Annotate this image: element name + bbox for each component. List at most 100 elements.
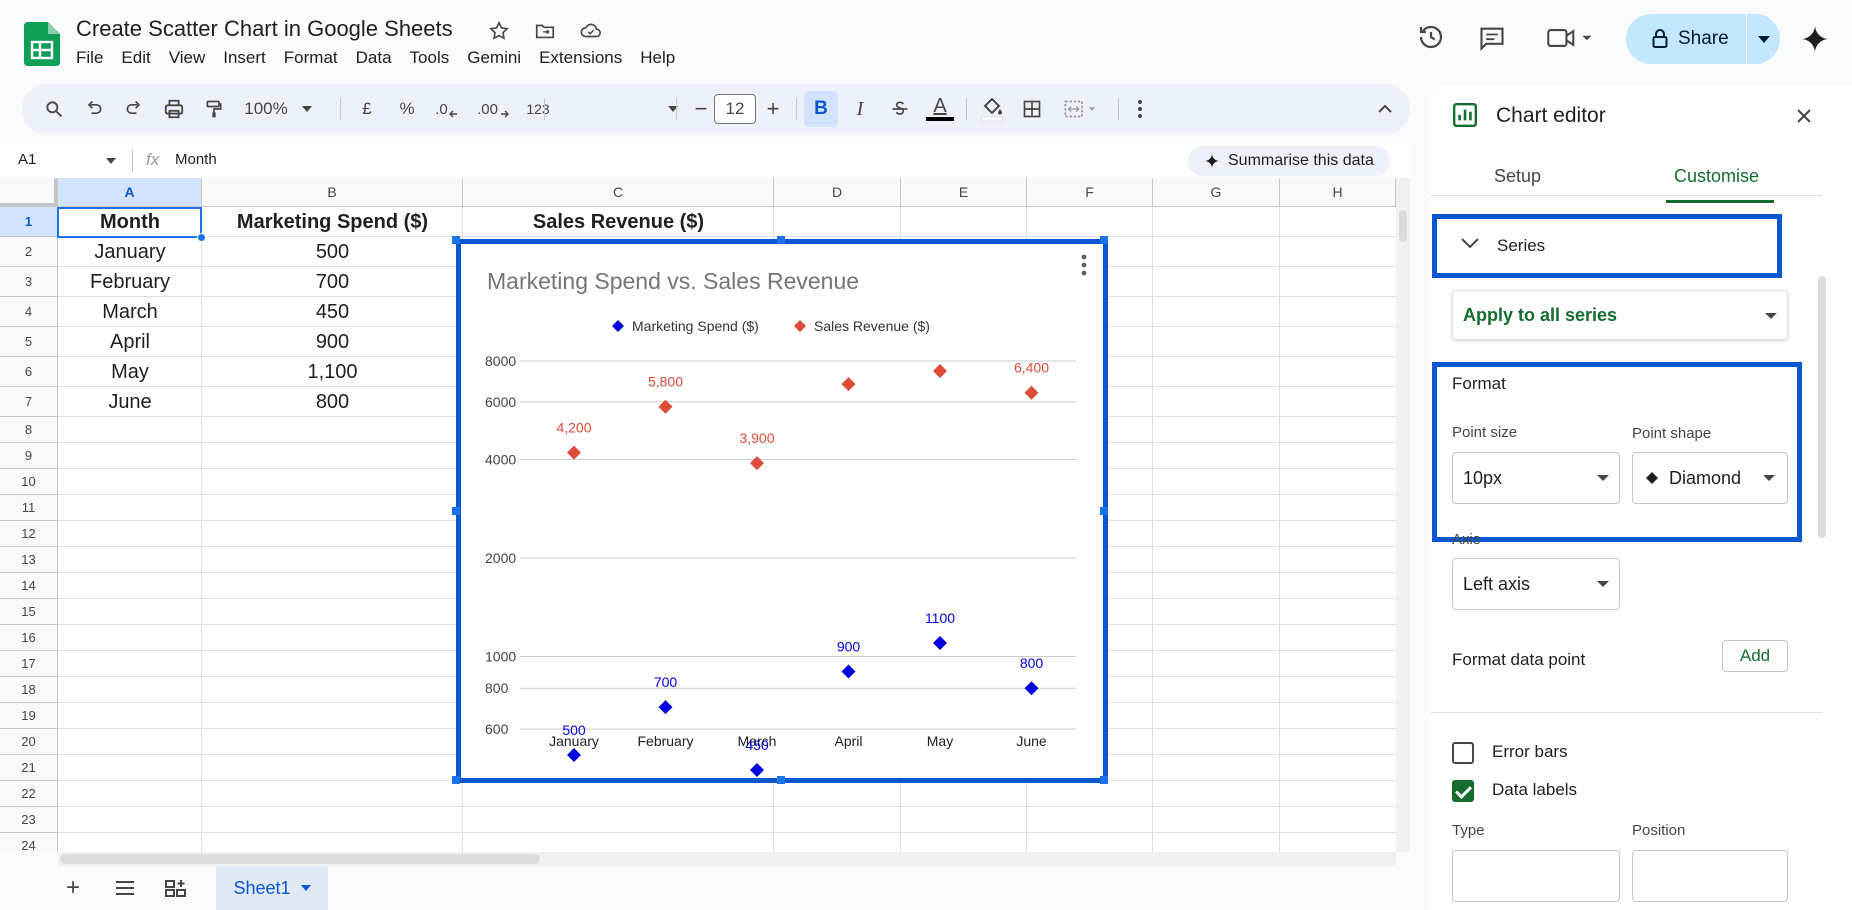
row-header-6[interactable]: 6 [0, 357, 58, 387]
month-cell[interactable]: February [58, 267, 202, 297]
collapse-toolbar-icon[interactable] [1370, 84, 1400, 134]
tab-setup[interactable]: Setup [1494, 166, 1541, 187]
resize-handle-tl[interactable] [452, 236, 460, 244]
header-cell[interactable]: Sales Revenue ($) [463, 207, 774, 237]
merge-cells-icon[interactable] [1056, 84, 1108, 134]
spend-cell[interactable]: 1,100 [202, 357, 463, 387]
row-header-11[interactable]: 11 [0, 495, 58, 521]
chevron-down-icon[interactable] [1460, 236, 1480, 255]
row-header-16[interactable]: 16 [0, 625, 58, 651]
menu-view[interactable]: View [160, 48, 215, 68]
undo-icon[interactable] [78, 84, 110, 134]
zoom-select[interactable]: 100% [238, 84, 318, 134]
horizontal-scroll-thumb[interactable] [60, 854, 540, 864]
percent-format-button[interactable]: % [392, 84, 422, 134]
data-point[interactable] [750, 456, 764, 471]
all-sheets-icon[interactable] [114, 878, 136, 903]
font-size-input[interactable]: 12 [714, 94, 756, 124]
row-header-19[interactable]: 19 [0, 703, 58, 729]
chart-menu-icon[interactable] [1081, 254, 1087, 276]
row-header-9[interactable]: 9 [0, 443, 58, 469]
row-header-22[interactable]: 22 [0, 781, 58, 807]
data-point[interactable] [841, 664, 856, 679]
menu-file[interactable]: File [76, 48, 112, 68]
month-cell[interactable]: June [58, 387, 202, 417]
sheets-logo-icon[interactable] [24, 22, 60, 66]
italic-button[interactable]: I [844, 84, 876, 134]
spend-cell[interactable]: 700 [202, 267, 463, 297]
number-format-button[interactable]: 123 [518, 84, 558, 134]
data-point[interactable] [933, 635, 947, 650]
font-family-select[interactable] [556, 84, 686, 134]
caret-down-icon[interactable] [300, 885, 311, 891]
vertical-scrollbar[interactable] [1396, 178, 1410, 852]
fill-handle[interactable] [197, 233, 206, 242]
font-size-increase-button[interactable]: + [758, 84, 788, 134]
spend-cell[interactable]: 900 [202, 327, 463, 357]
row-header-12[interactable]: 12 [0, 521, 58, 547]
series-select[interactable]: Apply to all series [1452, 290, 1788, 340]
menu-gemini[interactable]: Gemini [458, 48, 530, 68]
spend-cell[interactable]: 500 [202, 237, 463, 267]
row-header-23[interactable]: 23 [0, 807, 58, 833]
menu-insert[interactable]: Insert [214, 48, 275, 68]
bold-button[interactable]: B [804, 91, 838, 127]
add-data-point-button[interactable]: Add [1722, 640, 1788, 672]
paint-format-icon[interactable] [198, 84, 230, 134]
label-type-select[interactable] [1452, 850, 1620, 902]
data-point[interactable] [933, 364, 947, 378]
row-header-1[interactable]: 1 [0, 207, 58, 237]
text-color-button[interactable]: A [922, 84, 958, 134]
month-cell[interactable]: May [58, 357, 202, 387]
row-header-13[interactable]: 13 [0, 547, 58, 573]
sheet-tab-sheet1[interactable]: Sheet1 [216, 866, 328, 910]
row-header-4[interactable]: 4 [0, 297, 58, 327]
font-size-decrease-button[interactable]: − [686, 84, 716, 134]
close-icon[interactable] [1794, 106, 1814, 131]
cloud-status-icon[interactable] [578, 18, 604, 44]
menu-help[interactable]: Help [631, 48, 684, 68]
gemini-spark-icon[interactable] [1800, 24, 1830, 59]
month-cell[interactable]: March [58, 297, 202, 327]
data-labels-checkbox[interactable] [1452, 780, 1474, 802]
menu-format[interactable]: Format [275, 48, 347, 68]
resize-handle-bl[interactable] [452, 776, 460, 784]
column-header-f[interactable]: F [1027, 178, 1153, 207]
spend-cell[interactable]: 450 [202, 297, 463, 327]
data-point[interactable] [1024, 681, 1039, 696]
add-sheet-icon[interactable]: + [66, 874, 80, 902]
share-button[interactable]: Share [1626, 14, 1780, 64]
menu-extensions[interactable]: Extensions [530, 48, 631, 68]
column-header-h[interactable]: H [1280, 178, 1396, 207]
data-point[interactable] [1024, 385, 1039, 400]
column-header-e[interactable]: E [901, 178, 1027, 207]
chart-title[interactable]: Marketing Spend vs. Sales Revenue [487, 268, 859, 294]
row-header-3[interactable]: 3 [0, 267, 58, 297]
row-header-18[interactable]: 18 [0, 677, 58, 703]
row-header-8[interactable]: 8 [0, 417, 58, 443]
series-section-header[interactable]: Series [1497, 236, 1545, 256]
resize-handle-tr[interactable] [1100, 236, 1108, 244]
column-header-d[interactable]: D [774, 178, 901, 207]
explore-icon[interactable] [164, 878, 188, 903]
more-options-icon[interactable] [1126, 84, 1154, 134]
header-cell[interactable]: Marketing Spend ($) [202, 207, 463, 237]
document-title[interactable]: Create Scatter Chart in Google Sheets [76, 16, 453, 42]
data-point[interactable] [658, 700, 673, 715]
row-header-21[interactable]: 21 [0, 755, 58, 781]
row-header-14[interactable]: 14 [0, 573, 58, 599]
star-icon[interactable] [486, 18, 512, 44]
data-point[interactable] [567, 748, 581, 762]
increase-decimal-button[interactable]: .00 [474, 84, 512, 134]
row-header-24[interactable]: 24 [0, 833, 58, 852]
print-icon[interactable] [158, 84, 190, 134]
summarise-data-button[interactable]: Summarise this data [1188, 146, 1390, 176]
resize-handle-t[interactable] [777, 236, 785, 244]
label-position-select[interactable] [1632, 850, 1788, 902]
axis-select[interactable]: Left axis [1452, 558, 1620, 610]
legend-label[interactable]: Marketing Spend ($) [632, 318, 759, 334]
spend-cell[interactable]: 800 [202, 387, 463, 417]
share-main-button[interactable]: Share [1626, 14, 1746, 64]
menu-data[interactable]: Data [347, 48, 401, 68]
fill-color-icon[interactable] [974, 84, 1010, 134]
